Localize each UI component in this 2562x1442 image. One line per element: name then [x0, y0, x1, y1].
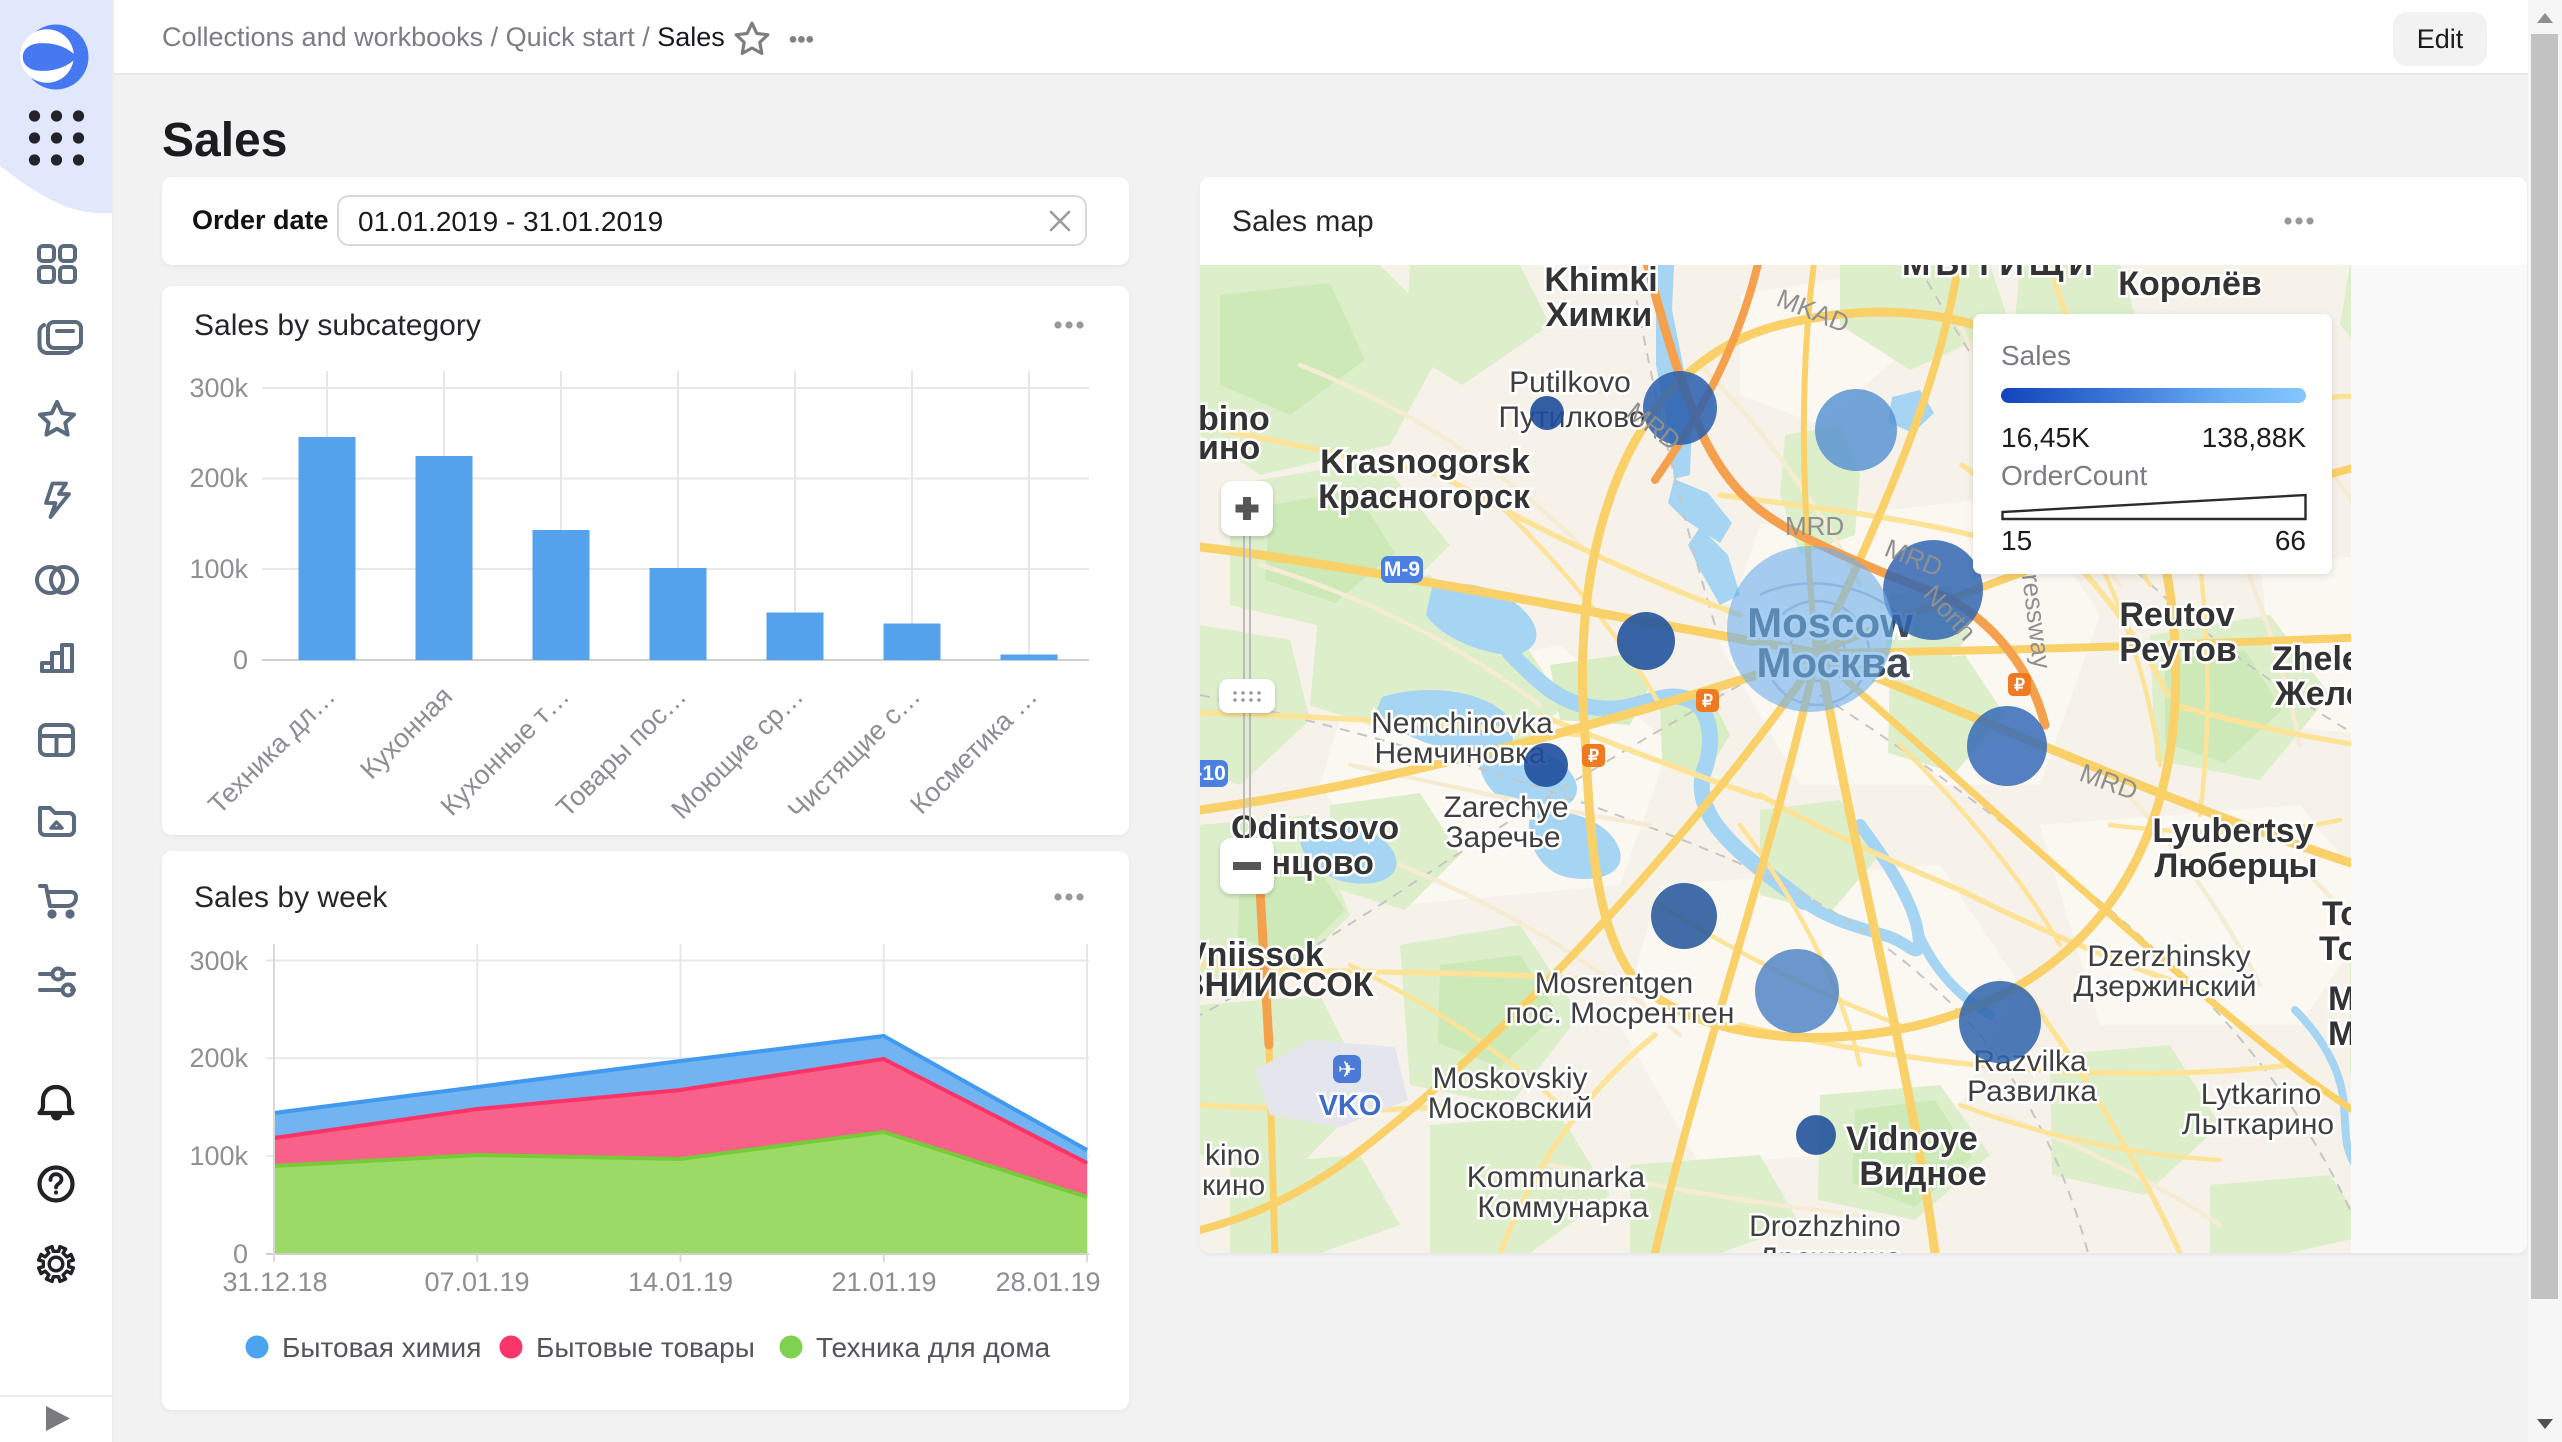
svg-text:Люберцы: Люберцы: [2154, 847, 2317, 885]
svg-text:кино: кино: [1202, 1169, 1265, 1202]
svg-text:VKO: VKO: [1319, 1090, 1382, 1122]
svg-text:Lyubertsy: Lyubertsy: [2152, 812, 2313, 850]
svg-text:Moskovskiy: Moskovskiy: [1432, 1062, 1587, 1095]
svg-text:Krasnogorsk: Krasnogorsk: [1320, 443, 1530, 481]
svg-text:Заречье: Заречье: [1445, 821, 1560, 854]
svg-text:Немчиновка: Немчиновка: [1374, 737, 1545, 770]
svg-text:Развилка: Развилка: [1967, 1075, 2097, 1108]
svg-text:Дрожжино: Дрожжино: [1758, 1242, 1902, 1253]
svg-text:Красногорск: Красногорск: [1318, 478, 1531, 516]
svg-text:Реутов: Реутов: [2119, 631, 2237, 669]
svg-text:Московский: Московский: [1428, 1092, 1592, 1125]
svg-text:Nemchinovka: Nemchinovka: [1371, 707, 1553, 740]
svg-text:Zarechye: Zarechye: [1443, 791, 1568, 824]
svg-text:07.01.19: 07.01.19: [424, 1267, 529, 1297]
svg-text:Бытовая химия: Бытовая химия: [282, 1332, 481, 1363]
svg-text:Sales by subcategory: Sales by subcategory: [194, 309, 481, 342]
svg-text:Drozhzhino: Drozhzhino: [1749, 1210, 1901, 1243]
svg-text:31.12.18: 31.12.18: [222, 1267, 327, 1297]
svg-text:Dzerzhinsky: Dzerzhinsky: [2087, 940, 2250, 973]
svg-text:пос. Мосрентген: пос. Мосрентген: [1506, 997, 1735, 1030]
svg-text:MRD: MRD: [1785, 511, 1844, 541]
svg-text:28.01.19: 28.01.19: [995, 1267, 1100, 1297]
svg-text:Техника дл…: Техника дл…: [202, 681, 341, 820]
svg-text:Коммунарка: Коммунарка: [1477, 1191, 1648, 1224]
svg-text:0: 0: [233, 1239, 248, 1269]
svg-text:А-10: А-10: [1200, 762, 1226, 785]
svg-text:М-9: М-9: [1384, 558, 1420, 581]
svg-text:200k: 200k: [189, 1043, 248, 1073]
svg-text:kino: kino: [1205, 1139, 1260, 1172]
svg-text:ВНИИССОК: ВНИИССОК: [1200, 966, 1374, 1004]
svg-text:300k: 300k: [189, 946, 248, 976]
svg-text:Бытовые товары: Бытовые товары: [536, 1332, 755, 1363]
svg-text:₽: ₽: [1588, 747, 1599, 766]
svg-text:200k: 200k: [189, 463, 248, 493]
svg-text:Khimki: Khimki: [1544, 265, 1657, 299]
svg-text:Королёв: Королёв: [2118, 265, 2262, 303]
svg-text:Химки: Химки: [1546, 296, 1653, 334]
svg-text:100k: 100k: [189, 1141, 248, 1171]
svg-text:0: 0: [233, 645, 248, 675]
svg-text:ино: ино: [1200, 429, 1260, 467]
svg-text:Дзержинский: Дзержинский: [2073, 970, 2256, 1003]
svg-text:Видное: Видное: [1859, 1155, 1986, 1193]
svg-text:Sales by week: Sales by week: [194, 881, 388, 914]
svg-text:14.01.19: 14.01.19: [628, 1267, 733, 1297]
svg-text:Lytkarino: Lytkarino: [2201, 1078, 2322, 1111]
svg-text:Putilkovo: Putilkovo: [1509, 366, 1631, 399]
svg-text:МЫТИЩИ: МЫТИЩИ: [1902, 265, 2098, 283]
svg-text:100k: 100k: [189, 554, 248, 584]
svg-text:Кухонная: Кухонная: [354, 681, 458, 785]
svg-text:Лыткарино: Лыткарино: [2182, 1108, 2334, 1141]
svg-text:Техника для дома: Техника для дома: [816, 1332, 1051, 1363]
svg-text:Vidnoye: Vidnoye: [1846, 1120, 1978, 1158]
svg-text:Mosrentgen: Mosrentgen: [1535, 967, 1693, 1000]
svg-text:Reutov: Reutov: [2119, 596, 2234, 634]
svg-text:Kommunarka: Kommunarka: [1467, 1161, 1646, 1194]
svg-text:21.01.19: 21.01.19: [831, 1267, 936, 1297]
svg-text:₽: ₽: [1702, 692, 1713, 711]
svg-text:300k: 300k: [189, 373, 248, 403]
svg-text:✈: ✈: [1338, 1057, 1356, 1082]
svg-text:₽: ₽: [2014, 676, 2025, 695]
